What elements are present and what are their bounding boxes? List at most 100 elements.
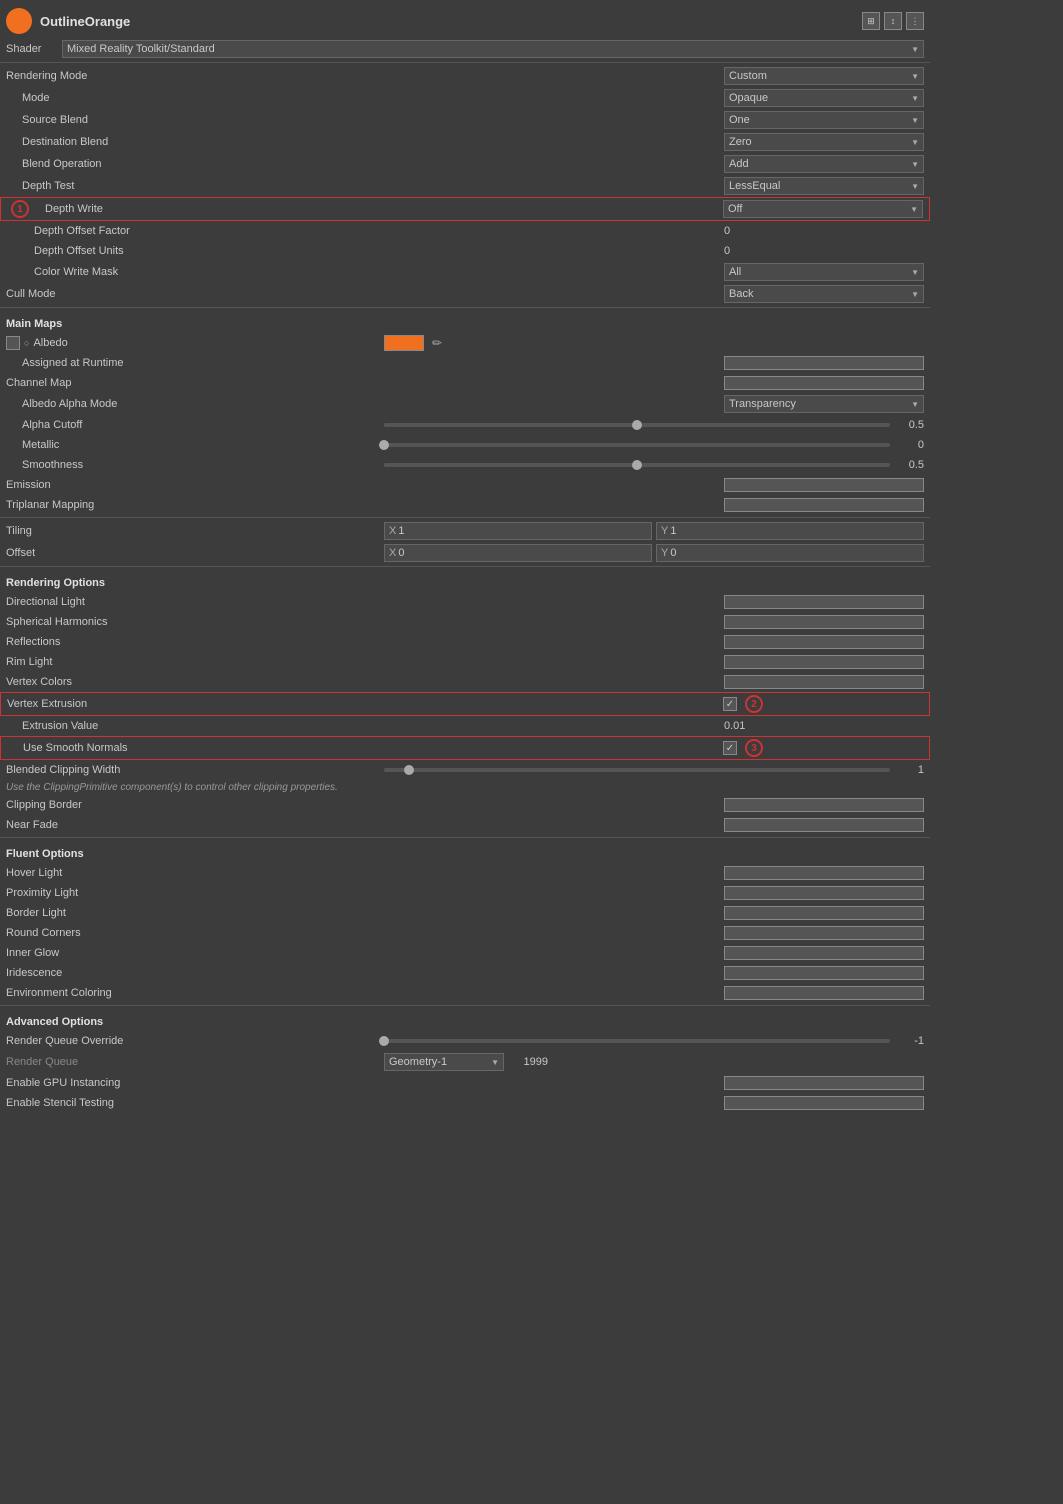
color-write-mask-dropdown[interactable]: All ▼: [724, 263, 924, 281]
cull-mode-dropdown[interactable]: Back ▼: [724, 285, 924, 303]
clipping-border-checkbox[interactable]: [724, 798, 924, 812]
depth-write-dropdown[interactable]: Off ▼: [723, 200, 923, 218]
enable-gpu-instancing-checkbox[interactable]: [724, 1076, 924, 1090]
spherical-harmonics-checkbox[interactable]: [724, 615, 924, 629]
proximity-light-row: Proximity Light: [0, 883, 930, 903]
border-light-checkbox[interactable]: [724, 906, 924, 920]
use-smooth-normals-checkbox[interactable]: ✓: [723, 741, 737, 755]
rendering-mode-dropdown[interactable]: Custom ▼: [724, 67, 924, 85]
proximity-light-label: Proximity Light: [6, 887, 724, 899]
header-icon-1[interactable]: ⊞: [862, 12, 880, 30]
depth-offset-units-label: Depth Offset Units: [6, 245, 724, 257]
albedo-checkbox[interactable]: [6, 336, 20, 350]
clipping-border-row: Clipping Border: [0, 795, 930, 815]
hover-light-label: Hover Light: [6, 867, 724, 879]
emission-row: Emission: [0, 475, 930, 495]
triplanar-mapping-checkbox[interactable]: [724, 498, 924, 512]
metallic-value: 0: [894, 439, 924, 451]
tiling-y-field[interactable]: Y 1: [656, 522, 924, 540]
environment-coloring-checkbox[interactable]: [724, 986, 924, 1000]
tiling-y-value: 1: [670, 525, 676, 537]
tiling-x-field[interactable]: X 1: [384, 522, 652, 540]
alpha-cutoff-row: Alpha Cutoff 0.5: [0, 415, 930, 435]
spherical-harmonics-label: Spherical Harmonics: [6, 616, 724, 628]
albedo-alpha-mode-value: Transparency: [729, 398, 796, 410]
assigned-runtime-label: Assigned at Runtime: [6, 357, 724, 369]
header-icon-3[interactable]: ⋮: [906, 12, 924, 30]
emission-checkbox[interactable]: [724, 478, 924, 492]
smoothness-value: 0.5: [894, 459, 924, 471]
source-blend-dropdown[interactable]: One ▼: [724, 111, 924, 129]
iridescence-checkbox[interactable]: [724, 966, 924, 980]
inner-glow-label: Inner Glow: [6, 947, 724, 959]
render-queue-dropdown[interactable]: Geometry-1 ▼: [384, 1053, 504, 1071]
directional-light-checkbox[interactable]: [724, 595, 924, 609]
offset-label: Offset: [6, 547, 384, 559]
metallic-slider-container: 0: [384, 439, 924, 451]
alpha-cutoff-track[interactable]: [384, 423, 890, 427]
directional-light-label: Directional Light: [6, 596, 724, 608]
blended-clipping-track[interactable]: [384, 768, 890, 772]
render-queue-override-track[interactable]: [384, 1039, 890, 1043]
dest-blend-value: Zero: [729, 136, 752, 148]
channel-map-checkbox[interactable]: [724, 376, 924, 390]
near-fade-label: Near Fade: [6, 819, 724, 831]
triplanar-mapping-row: Triplanar Mapping: [0, 495, 930, 515]
dest-blend-arrow: ▼: [911, 138, 919, 147]
proximity-light-checkbox[interactable]: [724, 886, 924, 900]
header-icon-2[interactable]: ↕: [884, 12, 902, 30]
spherical-harmonics-row: Spherical Harmonics: [0, 612, 930, 632]
depth-write-label: Depth Write: [29, 203, 723, 215]
shader-label: Shader: [6, 43, 56, 55]
offset-y-field[interactable]: Y 0: [656, 544, 924, 562]
vertex-extrusion-checkbox[interactable]: ✓: [723, 697, 737, 711]
iridescence-label: Iridescence: [6, 967, 724, 979]
hover-light-checkbox[interactable]: [724, 866, 924, 880]
color-write-mask-value: All: [729, 266, 741, 278]
depth-test-dropdown[interactable]: LessEqual ▼: [724, 177, 924, 195]
divider-4: [0, 566, 930, 567]
advanced-options-section: Advanced Options: [0, 1008, 930, 1031]
depth-offset-units-value: 0: [724, 245, 924, 257]
color-write-mask-row: Color Write Mask All ▼: [0, 261, 930, 283]
shader-dropdown[interactable]: Mixed Reality Toolkit/Standard ▼: [62, 40, 924, 58]
render-queue-dropdown-arrow: ▼: [491, 1058, 499, 1067]
channel-map-row: Channel Map: [0, 373, 930, 393]
albedo-alpha-mode-row: Albedo Alpha Mode Transparency ▼: [0, 393, 930, 415]
reflections-checkbox[interactable]: [724, 635, 924, 649]
rendering-mode-label: Rendering Mode: [6, 70, 724, 82]
mode-dropdown[interactable]: Opaque ▼: [724, 89, 924, 107]
depth-test-value: LessEqual: [729, 180, 780, 192]
render-queue-value: 1999: [508, 1056, 548, 1068]
albedo-edit-icon[interactable]: ✏: [432, 336, 442, 350]
vertex-colors-checkbox[interactable]: [724, 675, 924, 689]
near-fade-checkbox[interactable]: [724, 818, 924, 832]
rim-light-label: Rim Light: [6, 656, 724, 668]
albedo-alpha-mode-arrow: ▼: [911, 400, 919, 409]
round-corners-checkbox[interactable]: [724, 926, 924, 940]
smoothness-track[interactable]: [384, 463, 890, 467]
rim-light-checkbox[interactable]: [724, 655, 924, 669]
divider-6: [0, 1005, 930, 1006]
offset-row: Offset X 0 Y 0: [0, 542, 930, 564]
vertex-colors-label: Vertex Colors: [6, 676, 724, 688]
render-queue-override-value: -1: [894, 1035, 924, 1047]
enable-stencil-testing-checkbox[interactable]: [724, 1096, 924, 1110]
blend-op-dropdown[interactable]: Add ▼: [724, 155, 924, 173]
assigned-runtime-checkbox[interactable]: [724, 356, 924, 370]
albedo-alpha-mode-dropdown[interactable]: Transparency ▼: [724, 395, 924, 413]
channel-map-label: Channel Map: [6, 377, 724, 389]
metallic-track[interactable]: [384, 443, 890, 447]
dest-blend-dropdown[interactable]: Zero ▼: [724, 133, 924, 151]
albedo-color-swatch[interactable]: [384, 335, 424, 351]
render-queue-dropdown-value: Geometry-1: [389, 1056, 447, 1068]
inspector-panel: OutlineOrange ⊞ ↕ ⋮ Shader Mixed Reality…: [0, 0, 930, 1117]
fluent-options-section: Fluent Options: [0, 840, 930, 863]
albedo-label: Albedo: [33, 337, 67, 349]
depth-offset-factor-label: Depth Offset Factor: [6, 225, 724, 237]
inner-glow-checkbox[interactable]: [724, 946, 924, 960]
color-write-mask-label: Color Write Mask: [6, 266, 724, 278]
border-light-label: Border Light: [6, 907, 724, 919]
offset-x-field[interactable]: X 0: [384, 544, 652, 562]
environment-coloring-label: Environment Coloring: [6, 987, 724, 999]
